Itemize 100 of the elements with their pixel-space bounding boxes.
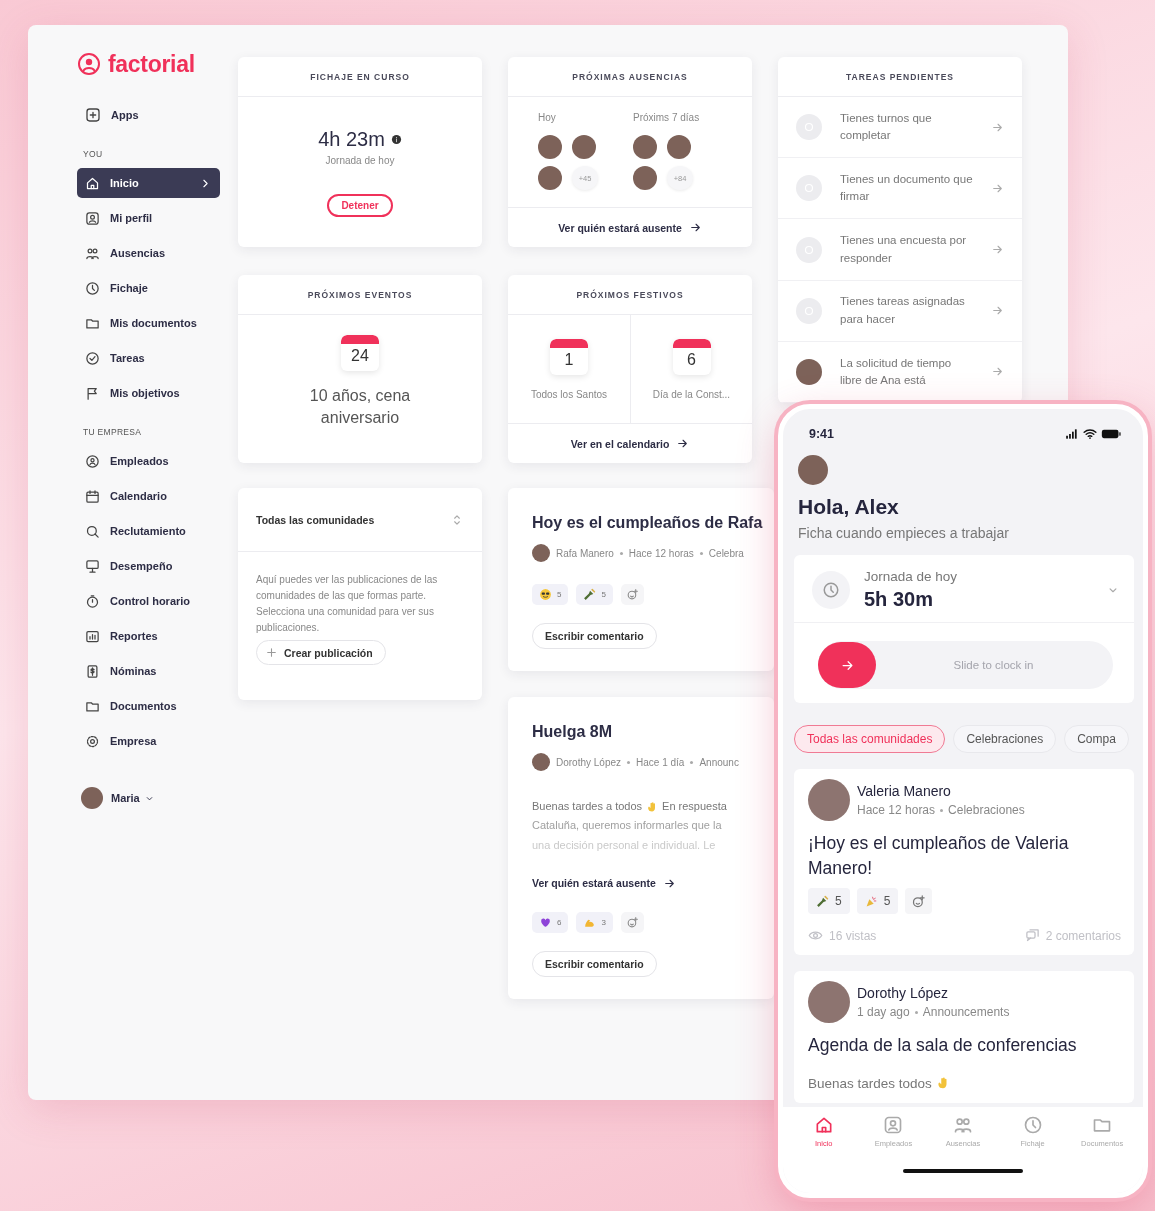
sidebar-item[interactable]: Mis documentos	[77, 308, 220, 338]
user-menu[interactable]: Maria	[111, 792, 155, 804]
author-name: Rafa Manero	[556, 547, 614, 559]
sidebar-item[interactable]: Fichaje	[77, 273, 220, 303]
shift-label: Jornada de hoy	[864, 568, 959, 584]
community-select[interactable]: Todas las comunidades	[238, 488, 482, 552]
avatar-placeholder	[532, 544, 550, 562]
magnifier-icon	[85, 523, 100, 539]
sidebar-item[interactable]: Apps	[77, 100, 220, 130]
post-time: Hace 12 horas	[628, 547, 694, 559]
add-reaction-button[interactable]	[620, 584, 644, 605]
post-channel: Celebraciones	[948, 803, 1025, 817]
post-time: 1 day ago	[857, 1005, 910, 1019]
add-reaction-icon	[625, 915, 639, 929]
waving-hand-icon	[935, 1076, 950, 1090]
avatar-placeholder	[667, 135, 691, 159]
sidebar-item[interactable]: Reclutamiento	[77, 516, 220, 546]
presentation-icon	[85, 558, 100, 574]
card-title: TAREAS PENDIENTES	[846, 71, 954, 82]
post-text: En respuesta	[662, 799, 727, 814]
stopwatch-icon	[85, 593, 100, 609]
sidebar-item[interactable]: Desempeño	[77, 551, 220, 581]
calendar-link[interactable]: Ver en el calendario	[570, 437, 690, 450]
post-time: Hace 12 horas	[857, 803, 936, 817]
sidebar-item[interactable]: Reportes	[77, 621, 220, 651]
add-reaction-button[interactable]	[620, 911, 644, 933]
sidebar-item[interactable]: Empresa	[77, 726, 220, 756]
avatar-placeholder	[808, 779, 850, 821]
avatar-placeholder	[796, 358, 822, 385]
flag-icon	[85, 385, 100, 401]
sidebar-item[interactable]: Empleados	[77, 446, 220, 476]
task-item[interactable]: Tienes tareas asignadas para hacer	[778, 280, 1022, 342]
avatar-placeholder	[532, 753, 550, 771]
profile-icon	[883, 1115, 904, 1135]
reaction-chip[interactable]: 6	[532, 911, 569, 933]
task-item[interactable]: Tienes una encuesta por responder	[778, 219, 1022, 281]
author-name: Dorothy López	[556, 756, 622, 768]
author-name: Dorothy López	[857, 985, 950, 1001]
bottle-icon	[583, 588, 597, 601]
party-popper-icon	[864, 894, 878, 908]
task-item[interactable]: Tienes turnos que completar	[778, 97, 1022, 159]
reaction-chip[interactable]: 3	[576, 911, 613, 933]
avatar-placeholder	[633, 135, 657, 159]
reaction-chip[interactable]: 5	[576, 584, 613, 605]
sidebar-item[interactable]: Calendario	[77, 481, 220, 511]
add-reaction-icon	[911, 893, 927, 909]
avatar-placeholder	[633, 166, 657, 190]
sidebar-item[interactable]: Nóminas	[77, 656, 220, 686]
avatar-placeholder	[81, 787, 103, 809]
card-title: PRÓXIMOS EVENTOS	[307, 289, 413, 300]
clock-icon	[85, 280, 100, 296]
clock-icon	[822, 580, 840, 599]
stop-button[interactable]: Detener	[327, 193, 393, 217]
task-item[interactable]: Tienes un documento que firmar	[778, 158, 1022, 220]
absences-link[interactable]: Ver quién estará ausente	[558, 221, 702, 234]
sidebar-item[interactable]: Ausencias	[77, 238, 220, 268]
sidebar-item[interactable]: Mis objetivos	[77, 378, 220, 408]
absences-link[interactable]: Ver quién estará ausente	[532, 876, 768, 890]
sidebar-item[interactable]: Mi perfil	[77, 203, 220, 233]
sidebar-item[interactable]: Inicio	[77, 168, 220, 198]
calendar-icon	[85, 488, 100, 504]
filter-chip[interactable]: Compa	[1064, 725, 1129, 753]
sunglasses-face-icon	[539, 588, 552, 601]
comments-icon	[1024, 928, 1040, 943]
add-reaction-icon	[625, 588, 639, 601]
sidebar-item[interactable]: Tareas	[77, 343, 220, 373]
reaction-chip[interactable]: 5	[532, 584, 569, 605]
dollar-document-icon	[85, 663, 100, 679]
column-label: Hoy	[538, 112, 556, 123]
clock-icon	[1022, 1115, 1043, 1135]
chart-icon	[85, 628, 100, 644]
add-reaction-button[interactable]	[905, 888, 933, 914]
column-label: Próxims 7 días	[633, 112, 700, 123]
date-badge: 24	[341, 335, 379, 371]
reaction-chip[interactable]: 5	[856, 888, 899, 914]
card-title: PRÓXIMAS AUSENCIAS	[572, 71, 688, 82]
arrow-right-icon	[688, 221, 702, 234]
logo-icon	[77, 52, 101, 76]
comment-count: 2 comentarios	[1024, 928, 1121, 943]
author-name: Valeria Manero	[857, 783, 952, 799]
filter-chip[interactable]: Celebraciones	[953, 725, 1057, 753]
arrow-right-icon	[991, 243, 1004, 256]
event-name: 10 años, cena aniversario	[308, 386, 412, 428]
info-icon	[390, 133, 402, 145]
shift-time: 5h 30m	[864, 587, 934, 611]
plus-square-icon	[85, 107, 101, 123]
sidebar-item[interactable]: Documentos	[77, 691, 220, 721]
section-label: TU EMPRESA	[83, 427, 143, 437]
arrow-right-icon	[676, 437, 690, 450]
post-time: Hace 1 día	[636, 756, 685, 768]
post-title: Agenda de la sala de conferencias	[808, 1034, 1078, 1057]
reaction-chip[interactable]: 5	[808, 888, 850, 914]
avatar-placeholder	[538, 166, 562, 190]
sidebar-item[interactable]: Control horario	[77, 586, 220, 616]
description-text: Aquí puedes ver las publicaciones de las comunidades de las que formas parte. Selecciona una comunidad para ver sus publicaciones.	[255, 573, 439, 635]
post-text: Buenas tardes a todos	[532, 799, 643, 814]
holiday-name: Día de la Const...	[652, 388, 731, 400]
slider-thumb[interactable]	[818, 642, 876, 688]
time-caption: Jornada de hoy	[325, 154, 395, 166]
avatar-placeholder	[572, 135, 596, 159]
